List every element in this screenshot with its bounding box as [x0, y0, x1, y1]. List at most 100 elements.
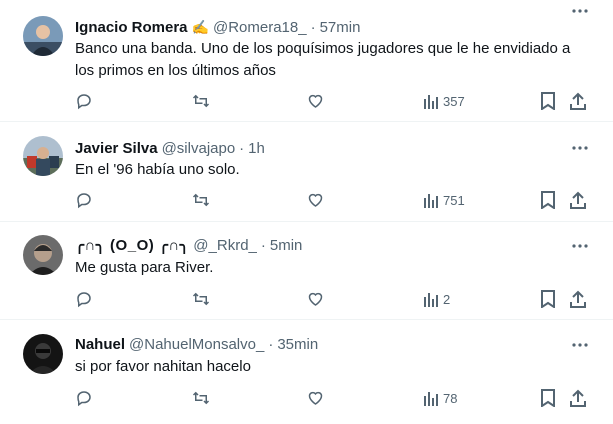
share-button[interactable] — [570, 387, 586, 409]
tweet-actions: 751 — [0, 189, 613, 211]
avatar[interactable] — [23, 334, 63, 374]
retweet-icon — [192, 193, 210, 207]
tweet-actions: 2 — [0, 288, 613, 310]
views-button[interactable]: 2 — [423, 288, 450, 310]
avatar[interactable] — [23, 235, 63, 275]
more-options-icon[interactable] — [571, 2, 589, 20]
tweet-text-line: los primos en los últimos años — [75, 62, 276, 79]
tweet-text: En el '96 había uno solo. — [75, 159, 575, 181]
retweet-icon — [192, 292, 210, 306]
separator: · — [268, 335, 274, 353]
tweet[interactable]: Javier Silva @silvajapo · 1h En el '96 h… — [0, 122, 613, 222]
bookmark-button[interactable] — [541, 288, 555, 310]
share-button[interactable] — [570, 288, 586, 310]
views-button[interactable]: 357 — [423, 90, 465, 112]
share-icon — [570, 389, 586, 407]
reply-icon — [77, 292, 91, 308]
tweet[interactable]: Ignacio Romera ✍️ @Romera18_ · 57min Ban… — [0, 0, 613, 122]
person-avatar-icon — [23, 235, 63, 275]
person-avatar-icon — [23, 136, 63, 176]
share-icon — [570, 191, 586, 209]
share-icon — [570, 92, 586, 110]
bookmark-icon — [541, 92, 555, 110]
tweet-text: si por favor nahitan hacelo — [75, 356, 575, 378]
heart-icon — [308, 391, 323, 405]
tweet[interactable]: ╭∩╮ (O_O) ╭∩╮ @_Rkrd_ · 5min Me gusta pa… — [0, 222, 613, 320]
more-options-icon[interactable] — [571, 139, 589, 157]
tweet-text-line: En el '96 había uno solo. — [75, 161, 240, 178]
bookmark-icon — [541, 389, 555, 407]
reply-button[interactable] — [75, 189, 93, 211]
more-options-icon[interactable] — [571, 237, 589, 255]
display-name[interactable]: Ignacio Romera — [75, 19, 188, 36]
reply-button[interactable] — [75, 387, 93, 409]
person-avatar-icon — [23, 334, 63, 374]
tweet-header: Javier Silva @silvajapo · 1h — [75, 138, 265, 158]
display-name[interactable]: ╭∩╮ (O_O) ╭∩╮ — [75, 236, 189, 254]
retweet-button[interactable] — [191, 387, 211, 409]
reply-icon — [77, 391, 91, 407]
reply-button[interactable] — [75, 90, 93, 112]
bookmark-button[interactable] — [541, 90, 555, 112]
user-handle[interactable]: @Romera18_ — [213, 19, 307, 36]
more-options-icon[interactable] — [571, 336, 589, 354]
views-button[interactable]: 751 — [423, 189, 465, 211]
tweet-text-line: Me gusta para River. — [75, 259, 214, 276]
display-name[interactable]: Nahuel — [75, 336, 125, 353]
user-handle[interactable]: @NahuelMonsalvo_ — [129, 336, 264, 353]
tweet-text-line: Banco una banda. Uno de los poquísimos j… — [75, 40, 571, 57]
heart-icon — [308, 292, 323, 306]
tweet-text: Banco una banda. Uno de los poquísimos j… — [75, 38, 575, 82]
like-button[interactable] — [306, 288, 325, 310]
view-count: 751 — [443, 192, 465, 208]
tweet-header: Ignacio Romera ✍️ @Romera18_ · 57min — [75, 17, 360, 37]
separator: · — [239, 139, 245, 157]
reply-button[interactable] — [75, 288, 93, 310]
bookmark-button[interactable] — [541, 189, 555, 211]
reply-icon — [77, 94, 91, 110]
separator: · — [260, 236, 266, 254]
like-button[interactable] — [306, 90, 325, 112]
tweet-header: Nahuel @NahuelMonsalvo_ · 35min — [75, 334, 318, 354]
bar-chart-icon — [424, 293, 438, 307]
bookmark-icon — [541, 290, 555, 308]
avatar[interactable] — [23, 16, 63, 56]
avatar[interactable] — [23, 136, 63, 176]
tweet-actions: 357 — [0, 90, 613, 112]
share-button[interactable] — [570, 189, 586, 211]
reply-feed: Ignacio Romera ✍️ @Romera18_ · 57min Ban… — [0, 0, 613, 424]
timestamp[interactable]: 5min — [270, 237, 303, 254]
user-handle[interactable]: @_Rkrd_ — [193, 237, 257, 254]
bookmark-button[interactable] — [541, 387, 555, 409]
separator: · — [310, 18, 316, 36]
retweet-button[interactable] — [191, 189, 211, 211]
tweet-text-line: si por favor nahitan hacelo — [75, 358, 251, 375]
tweet-text: Me gusta para River. — [75, 257, 575, 279]
tweet-header: ╭∩╮ (O_O) ╭∩╮ @_Rkrd_ · 5min — [75, 235, 302, 255]
user-handle[interactable]: @silvajapo — [162, 140, 236, 157]
timestamp[interactable]: 57min — [320, 19, 361, 36]
display-name[interactable]: Javier Silva — [75, 140, 158, 157]
like-button[interactable] — [306, 387, 325, 409]
tweet-actions: 78 — [0, 387, 613, 409]
reply-icon — [77, 193, 91, 209]
like-button[interactable] — [306, 189, 325, 211]
bar-chart-icon — [424, 95, 438, 109]
heart-icon — [308, 94, 323, 108]
timestamp[interactable]: 1h — [248, 140, 265, 157]
person-avatar-icon — [23, 16, 63, 56]
bar-chart-icon — [424, 194, 438, 208]
views-button[interactable]: 78 — [423, 387, 457, 409]
tweet[interactable]: Nahuel @NahuelMonsalvo_ · 35min si por f… — [0, 320, 613, 424]
retweet-button[interactable] — [191, 90, 211, 112]
view-count: 78 — [443, 390, 458, 406]
share-button[interactable] — [570, 90, 586, 112]
view-count: 2 — [443, 291, 451, 307]
view-count: 357 — [443, 93, 465, 109]
retweet-button[interactable] — [191, 288, 211, 310]
retweet-icon — [192, 94, 210, 108]
writing-hand-emoji: ✍️ — [191, 18, 209, 35]
bar-chart-icon — [424, 392, 438, 406]
timestamp[interactable]: 35min — [277, 336, 318, 353]
heart-icon — [308, 193, 323, 207]
